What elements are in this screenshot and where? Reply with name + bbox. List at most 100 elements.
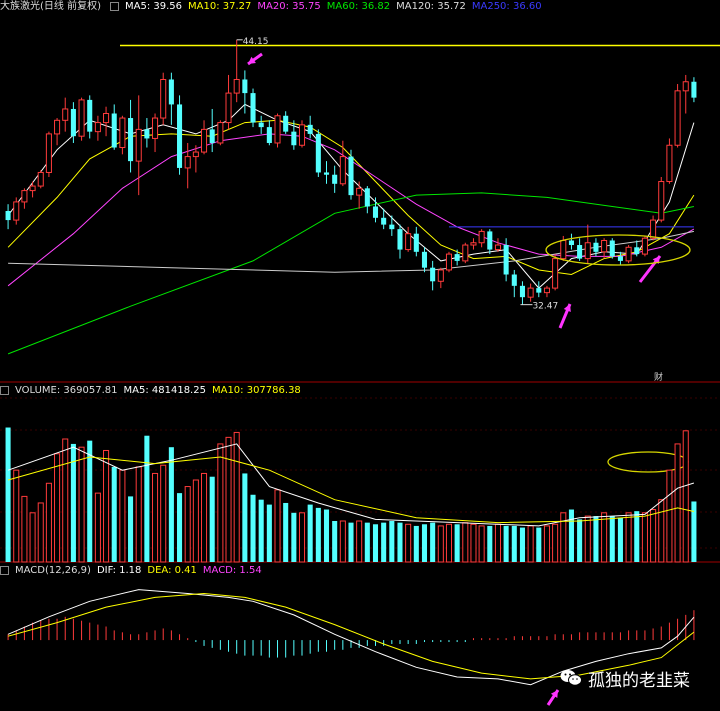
volume-bar (135, 466, 142, 563)
volume-bar (184, 486, 191, 563)
volume-bar (103, 449, 110, 563)
candle-body (584, 242, 591, 260)
volume-bar (307, 504, 313, 562)
volume-bar (242, 473, 248, 562)
volume-bar (372, 524, 379, 562)
main-header: 大族激光(日线 前复权) MA5: 39.56 MA10: 37.27 MA20: 3… (0, 0, 548, 14)
candle-body (593, 242, 599, 252)
candle-body (666, 144, 673, 183)
ma5-label: MA5: 39.56 (124, 1, 182, 12)
volume-bar (593, 516, 599, 562)
volume-bar (527, 525, 534, 563)
candle-body (413, 233, 419, 252)
volume-bar (641, 512, 648, 563)
volume-bar (389, 521, 395, 562)
volume-bar (405, 523, 412, 563)
volume-bar (339, 520, 346, 563)
volume-bar (283, 502, 289, 562)
candle-body (291, 131, 297, 146)
volume-bar (625, 512, 632, 563)
candle-body (674, 90, 681, 146)
volume-bar (650, 509, 657, 563)
low-price-label: 32.47 (532, 302, 558, 312)
candle-body (233, 78, 240, 94)
candle-body (250, 93, 256, 123)
volume-bar (511, 525, 517, 562)
volume-bar (119, 469, 126, 563)
candle-body (13, 201, 20, 221)
candle-body (617, 256, 623, 261)
volume-bar (617, 517, 623, 562)
macd-header: MACD(12,26,9) DIF: 1.18 DEA: 0.41 MACD: 1.5… (0, 564, 268, 578)
dif-label: DIF: 1.18 (96, 565, 142, 576)
candle-body (568, 240, 574, 246)
volume-bar (584, 515, 591, 563)
volume-bar (381, 522, 387, 562)
candle-body (135, 128, 142, 162)
volume-bar (666, 469, 673, 563)
candle-body (184, 156, 191, 169)
volume-bar (494, 523, 501, 563)
candle-body (478, 230, 485, 244)
candle-body (258, 122, 264, 128)
candle-body (323, 172, 330, 175)
toggle-box-icon[interactable] (109, 1, 119, 11)
candle-body (94, 122, 101, 133)
candle-body (519, 285, 525, 298)
candle-body (37, 171, 44, 187)
candle-body (405, 233, 412, 251)
candle-body (298, 124, 306, 146)
candle-body (609, 240, 615, 257)
volume-bar (62, 438, 69, 563)
candle-body (650, 219, 657, 239)
ma20-label: MA20: 35.75 (257, 1, 321, 12)
candle-body (527, 287, 534, 298)
candle-body (307, 124, 313, 134)
volume-ma10-label: MA10: 307786.38 (211, 385, 301, 396)
candle-body (266, 127, 272, 143)
candle-body (536, 288, 542, 293)
toggle-box-icon[interactable] (0, 565, 9, 575)
candle-body (144, 129, 150, 139)
candle-body (372, 206, 379, 218)
toggle-box-icon[interactable] (0, 385, 9, 395)
candle-body (274, 115, 281, 144)
candle-body (111, 113, 117, 148)
candle-body (45, 133, 52, 173)
candle-body (29, 185, 36, 192)
volume-bar (674, 443, 681, 563)
volume-bar (250, 494, 256, 562)
volume-bar (332, 521, 338, 562)
candle-body (658, 181, 665, 221)
volume-bar (111, 466, 117, 562)
volume-bar (552, 523, 559, 563)
candle-body (70, 108, 76, 137)
candle-body (470, 242, 477, 246)
candle-body (78, 99, 85, 137)
volume-bar (201, 472, 208, 563)
volume-bar (160, 464, 167, 563)
volume-bar (609, 516, 615, 562)
volume-bar (217, 443, 224, 563)
chart-canvas[interactable]: 44.15 32.47 财 (0, 0, 720, 711)
stock-chart-window: 44.15 32.47 财 大族激光(日线 前复权) MA5: 39.56 MA10: … (0, 0, 720, 711)
candle-body (339, 156, 346, 185)
volume-bar (128, 496, 134, 562)
ma-line-ma60 (7, 192, 695, 355)
candle-body (21, 190, 28, 203)
candle-body (641, 237, 648, 255)
candle-body (217, 122, 224, 144)
ma-line-ma120 (8, 230, 695, 273)
candle-body (62, 108, 69, 121)
candle-body (494, 244, 501, 251)
volume-bar (577, 519, 583, 562)
volume-bar (13, 469, 20, 563)
volume-bar (177, 493, 183, 562)
candle-body (315, 133, 321, 173)
candle-body (397, 229, 403, 250)
candle-body (389, 224, 395, 230)
candle-body (209, 129, 215, 143)
volume-bar (445, 523, 453, 563)
volume-bar (298, 512, 306, 563)
volume-bar (21, 495, 28, 563)
